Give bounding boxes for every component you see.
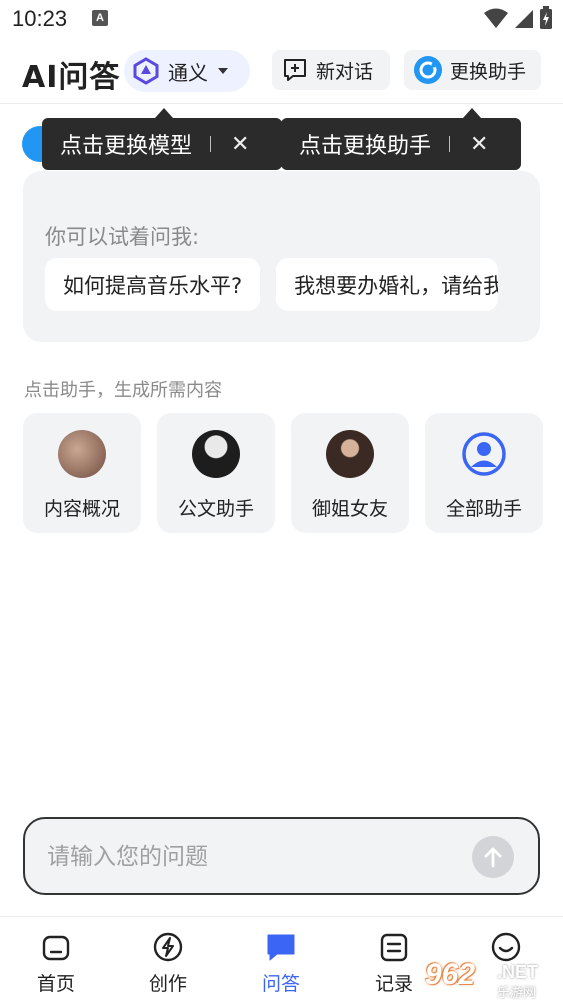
assistant-item-all[interactable]: 全部助手: [425, 413, 543, 533]
status-right: [483, 6, 553, 30]
tab-label: 问答: [261, 973, 300, 995]
notification-icon: A: [92, 10, 108, 26]
assistant-logo-icon: [414, 56, 442, 84]
document-assistant-avatar: [192, 430, 240, 478]
home-icon: [40, 931, 72, 963]
wifi-icon: [484, 8, 508, 28]
chevron-down-icon: [218, 68, 228, 74]
tooltip-text: 点击更换模型: [60, 134, 193, 159]
watermark-cn: 乐游网: [497, 986, 537, 1001]
assistant-list: 内容概况 公文助手 御姐女友 全部助手: [23, 413, 543, 533]
watermark-logo: 962 .NET 乐游网: [423, 956, 563, 1002]
tab-label: 创作: [148, 973, 187, 995]
watermark-suffix: .NET: [497, 962, 539, 982]
tab-create[interactable]: 创作: [112, 917, 224, 1002]
watermark-number: 962: [425, 958, 476, 991]
signal-icon: [515, 10, 533, 28]
arrow-up-icon: [484, 847, 502, 868]
tab-label: 记录: [374, 973, 413, 995]
tooltip-change-model: 点击更换模型 ✕: [42, 118, 282, 170]
assistant-label: 全部助手: [445, 498, 522, 520]
girlfriend-avatar: [326, 430, 374, 478]
assistant-item-content-summary[interactable]: 内容概况: [23, 413, 141, 533]
assistant-label: 御姐女友: [311, 498, 388, 520]
assistant-item-document[interactable]: 公文助手: [157, 413, 275, 533]
header: AI问答 通义 新对话 更换助手: [0, 42, 563, 104]
close-icon[interactable]: ✕: [231, 132, 249, 157]
tab-home[interactable]: 首页: [0, 917, 112, 1002]
new-chat-icon: [284, 59, 306, 81]
assistant-item-girlfriend[interactable]: 御姐女友: [291, 413, 409, 533]
tab-label: 首页: [36, 973, 75, 995]
send-button[interactable]: [472, 836, 514, 878]
tooltip-text: 点击更换助手: [299, 134, 432, 159]
tooltip-divider: [210, 136, 212, 152]
lightning-icon: [152, 931, 184, 963]
status-time: 10:23: [12, 6, 68, 31]
suggestion-card: 你可以试着问我: 如何提高音乐水平? 我想要办婚礼，请给我一些建议: [23, 171, 540, 342]
assistant-label: 内容概况: [43, 498, 120, 520]
switch-assistant-label: 更换助手: [450, 60, 527, 83]
tab-qa[interactable]: 问答: [225, 917, 337, 1002]
tooltip-change-assistant: 点击更换助手 ✕: [281, 118, 521, 170]
suggestion-list: 如何提高音乐水平? 我想要办婚礼，请给我一些建议: [45, 258, 499, 311]
status-bar: 10:23 A: [0, 0, 563, 38]
suggestion-chip[interactable]: 我想要办婚礼，请给我一些建议: [276, 258, 499, 311]
model-label: 通义: [168, 60, 208, 85]
new-chat-label: 新对话: [316, 60, 374, 83]
model-selector[interactable]: 通义: [124, 50, 250, 92]
chat-bubble-icon: [265, 931, 297, 963]
close-icon[interactable]: ✕: [470, 132, 488, 157]
document-list-icon: [378, 931, 410, 963]
battery-icon: [540, 6, 552, 29]
tongyi-logo-icon: [133, 57, 159, 85]
user-circle-icon: [462, 432, 506, 476]
tooltip-arrow: [155, 108, 173, 118]
tooltip-arrow: [463, 108, 481, 118]
question-input-box: [23, 817, 540, 895]
suggestion-hint: 你可以试着问我:: [45, 225, 200, 249]
switch-assistant-button[interactable]: 更换助手: [404, 50, 541, 90]
assistants-section-title: 点击助手，生成所需内容: [24, 380, 222, 401]
content-summary-avatar: [58, 430, 106, 478]
question-input[interactable]: [47, 837, 467, 877]
tooltip-divider: [449, 136, 451, 152]
assistant-label: 公文助手: [177, 498, 254, 520]
suggestion-chip[interactable]: 如何提高音乐水平?: [45, 258, 261, 311]
page-title: AI问答: [22, 60, 121, 95]
new-chat-button[interactable]: 新对话: [272, 50, 390, 90]
